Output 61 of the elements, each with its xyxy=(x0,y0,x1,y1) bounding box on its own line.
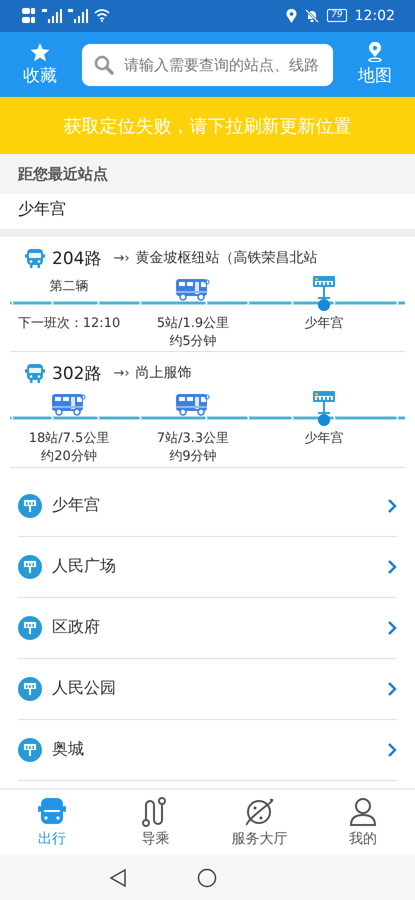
station-list-item[interactable]: 少年宫 xyxy=(18,476,397,537)
route-number[interactable]: 302路 xyxy=(52,362,102,385)
vehicle-label: 第二辆 xyxy=(50,278,88,296)
route-destination: 尚上服饰 xyxy=(136,364,192,382)
bus-stop-icon xyxy=(18,554,42,579)
stop-info: 5站/1.9公里 xyxy=(156,315,230,334)
station-list-item[interactable]: 奥城 xyxy=(18,720,397,781)
bus-stop-icon xyxy=(18,738,42,762)
station-list-item[interactable]: 人民公园 xyxy=(18,658,397,720)
muted-bell-icon xyxy=(305,8,320,23)
wifi-icon xyxy=(94,9,110,22)
stop-info: 少年宫 xyxy=(304,315,344,334)
stop-info: 少年宫 xyxy=(304,430,344,448)
tab[interactable]: 导乘 xyxy=(104,790,208,856)
station-list-item[interactable]: 区政府 xyxy=(18,598,397,659)
stop-info: 约20分钟 xyxy=(41,448,97,466)
nearest-station-name: 少年宫 xyxy=(0,194,415,238)
search-icon xyxy=(94,54,114,75)
stop-info: 下一班次：12:10 xyxy=(18,315,120,334)
bus-icon xyxy=(24,362,46,384)
bus-stop-icon xyxy=(18,676,42,701)
tab[interactable]: 我的 xyxy=(311,790,415,856)
location-failed-message: 获取定位失败，请下拉刷新更新位置 xyxy=(64,114,352,138)
direction-arrow: →› xyxy=(113,250,130,266)
chevron-right-icon xyxy=(387,742,397,758)
route-number[interactable]: 204路 xyxy=(52,246,102,270)
stop-info: 约5分钟 xyxy=(169,333,217,352)
stop-info: 7站/3.3公里 xyxy=(156,430,230,448)
stop-info: 18站/7.5公里 xyxy=(28,430,110,448)
route-destination: 黄金坡枢纽站（高铁荣昌北站 xyxy=(136,249,318,268)
home-icon[interactable] xyxy=(196,868,216,888)
bus-icon xyxy=(51,392,87,416)
station-dot xyxy=(318,299,330,312)
back-icon[interactable] xyxy=(108,868,126,888)
planet-icon xyxy=(243,796,276,828)
battery-level: 79 xyxy=(327,9,347,22)
bus-icon xyxy=(24,247,46,270)
tab[interactable]: 服务大厅 xyxy=(208,790,312,856)
station-list-item[interactable]: 人民广场 xyxy=(18,536,397,598)
clock: 12:02 xyxy=(354,8,395,24)
star-icon xyxy=(30,42,50,62)
bus-stop-sign-icon xyxy=(312,390,336,416)
sim-status-icon xyxy=(22,6,36,25)
bus-icon xyxy=(175,277,211,302)
search-field[interactable]: 请输入需要查询的站点、线路 xyxy=(82,44,333,86)
location-icon xyxy=(286,8,298,23)
bus-stop-icon xyxy=(18,616,42,640)
direction-arrow: →› xyxy=(113,366,130,381)
bus-icon xyxy=(175,392,211,416)
chevron-right-icon xyxy=(387,680,397,697)
signal-icon xyxy=(68,8,88,23)
section-title: 距您最近站点 xyxy=(0,154,415,194)
station-dot xyxy=(318,414,330,426)
stop-info: 约9分钟 xyxy=(169,448,217,466)
chevron-right-icon xyxy=(387,558,397,575)
bus-stop-sign-icon xyxy=(312,275,336,302)
signal-icon xyxy=(42,8,62,23)
chevron-right-icon xyxy=(387,498,397,514)
bus-stop-icon xyxy=(18,494,42,518)
chevron-right-icon xyxy=(387,620,397,636)
map-pin-icon xyxy=(367,42,383,62)
